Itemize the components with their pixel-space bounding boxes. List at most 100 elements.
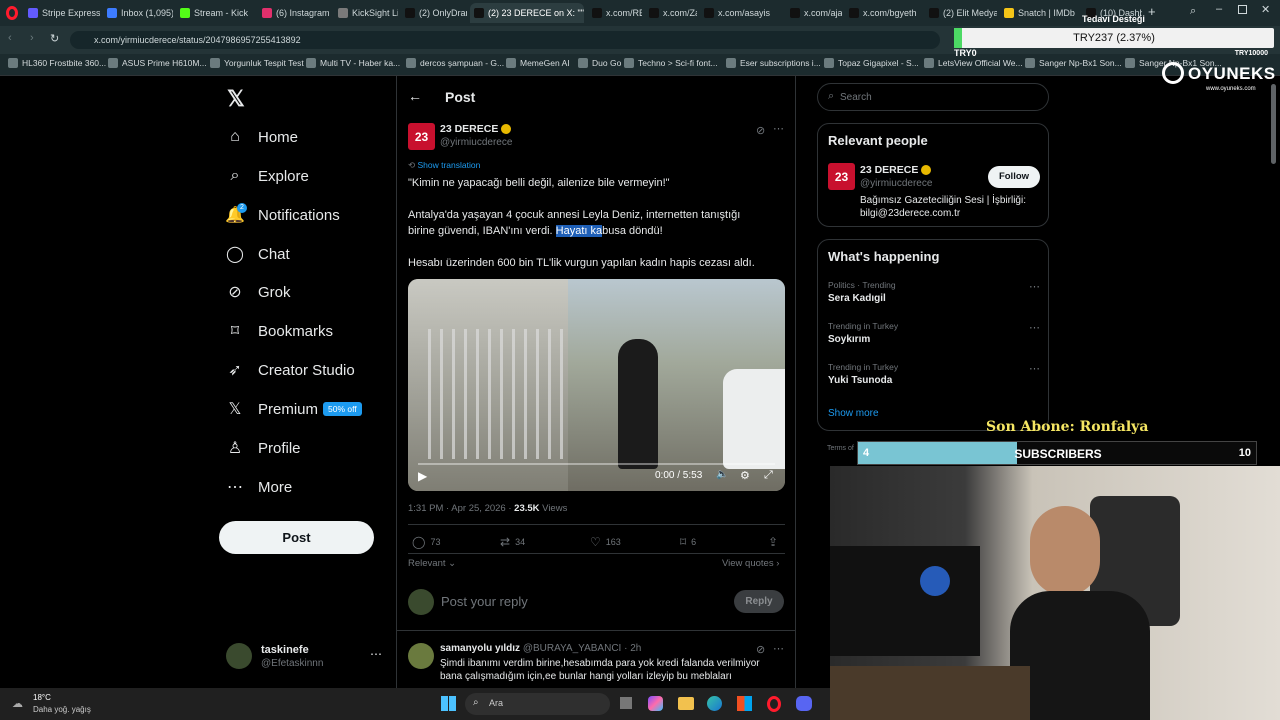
reply-button[interactable]: Reply bbox=[734, 590, 784, 613]
back-arrow-icon[interactable]: ← bbox=[408, 88, 422, 104]
bookmark-item[interactable]: Eser subscriptions i... bbox=[726, 58, 821, 68]
forward-icon[interactable]: › bbox=[30, 32, 34, 44]
tab-8[interactable]: x.com/ZamHa bbox=[645, 3, 697, 23]
video-progress[interactable] bbox=[418, 463, 775, 465]
tab-1[interactable]: Inbox (1,095) bbox=[103, 3, 173, 23]
nav-item-profile[interactable]: ♙ Profile bbox=[226, 435, 301, 461]
store-icon[interactable] bbox=[737, 696, 752, 711]
bookmark-item[interactable]: Duo Go bbox=[578, 58, 621, 68]
opera-icon[interactable] bbox=[767, 696, 781, 712]
comment-handle[interactable]: @BURAYA_YABANCI · 2h bbox=[523, 643, 642, 654]
tab-12[interactable]: (2) Elit Medya bbox=[925, 3, 997, 23]
account-switcher[interactable]: taskinefe @Efetaskinnn ⋯ bbox=[226, 643, 386, 673]
comment-avatar[interactable] bbox=[408, 643, 434, 669]
bookmark-item[interactable]: Topaz Gigapixel - S... bbox=[824, 58, 919, 68]
terms-link[interactable]: Terms of bbox=[827, 445, 854, 452]
follow-button[interactable]: Follow bbox=[988, 166, 1040, 188]
bookmark-item[interactable]: Multi TV - Haber ka... bbox=[306, 58, 400, 68]
maximize-icon[interactable] bbox=[1238, 5, 1247, 14]
tab-3[interactable]: (6) Instagram bbox=[258, 3, 330, 23]
nav-item-more[interactable]: ⋯ More bbox=[226, 474, 292, 500]
bookmark-item[interactable]: ASUS Prime H610M... bbox=[108, 58, 207, 68]
tab-7[interactable]: x.com/REM_ bbox=[588, 3, 642, 23]
tab-0[interactable]: Stripe Express bbox=[24, 3, 100, 23]
bookmark-action[interactable]: ⌑ 6 bbox=[680, 535, 696, 549]
windows-start-icon[interactable] bbox=[441, 696, 456, 711]
copilot-icon[interactable] bbox=[648, 696, 663, 711]
nav-item-chat[interactable]: ◯ Chat bbox=[226, 241, 290, 267]
fullscreen-icon[interactable]: ⤢ bbox=[764, 469, 773, 482]
nav-item-explore[interactable]: ⌕ Explore bbox=[226, 163, 309, 189]
search-tabs-icon[interactable]: ⌕ bbox=[1190, 5, 1196, 18]
tab-2[interactable]: Stream - Kick bbox=[176, 3, 254, 23]
more-icon[interactable]: ⋯ bbox=[370, 647, 382, 661]
trend-item[interactable]: Trending in Turkey Yuki Tsunoda ⋯ bbox=[828, 362, 1040, 386]
grok-icon[interactable]: ⊘ bbox=[756, 124, 765, 137]
nav-item-grok[interactable]: ⊘ Grok bbox=[226, 279, 290, 305]
repost-action[interactable]: ⇄ 34 bbox=[500, 535, 525, 549]
nav-item-bookmarks[interactable]: ⌑ Bookmarks bbox=[226, 318, 333, 344]
author-avatar[interactable]: 23 bbox=[408, 123, 435, 150]
taskbar-search[interactable]: ⌕ Ara bbox=[465, 693, 610, 715]
bookmark-item[interactable]: Techno > Sci-fi font... bbox=[624, 58, 718, 68]
tab-13[interactable]: Snatch | IMDb bbox=[1000, 3, 1078, 23]
x-logo-icon[interactable]: 𝕏 bbox=[227, 86, 245, 112]
person-avatar[interactable]: 23 bbox=[828, 163, 855, 190]
task-view-icon[interactable] bbox=[620, 697, 632, 709]
reload-icon[interactable]: ↻ bbox=[50, 32, 59, 45]
settings-icon[interactable]: ⚙ bbox=[740, 469, 750, 482]
person-name[interactable]: 23 DERECE bbox=[860, 164, 932, 176]
trend-item[interactable]: Trending in Turkey Soykırım ⋯ bbox=[828, 321, 1040, 345]
nav-item-home[interactable]: ⌂ Home bbox=[226, 124, 298, 150]
tab-10[interactable]: x.com/ajansm bbox=[786, 3, 842, 23]
trend-item[interactable]: Politics · Trending Sera Kadıgil ⋯ bbox=[828, 280, 1040, 304]
person-handle[interactable]: @yirmiucderece bbox=[860, 178, 932, 189]
share-icon[interactable]: ⇪ bbox=[768, 535, 778, 549]
nav-item-premium[interactable]: 𝕏 Premium bbox=[226, 396, 318, 422]
back-icon[interactable]: ‹ bbox=[8, 32, 12, 44]
url-field[interactable]: x.com/yirmiucderece/status/2047986957255… bbox=[70, 31, 940, 49]
tab-4[interactable]: KickSight Link bbox=[334, 3, 398, 23]
tab-11[interactable]: x.com/bgyeth bbox=[845, 3, 921, 23]
opera-logo-icon[interactable] bbox=[6, 6, 18, 20]
file-explorer-icon[interactable] bbox=[678, 697, 694, 710]
bookmark-item[interactable]: HL360 Frostbite 360... bbox=[8, 58, 106, 68]
author-name[interactable]: 23 DERECE bbox=[440, 123, 512, 135]
relevant-sort-dropdown[interactable]: Relevant ⌄ bbox=[408, 558, 456, 569]
tab-9[interactable]: x.com/asayis bbox=[700, 3, 782, 23]
bookmark-label: MemeGen AI bbox=[520, 58, 570, 68]
weather-icon[interactable]: ☁ bbox=[12, 697, 23, 710]
close-window-icon[interactable]: ✕ bbox=[1261, 3, 1270, 16]
edge-icon[interactable] bbox=[707, 696, 722, 711]
new-tab-button[interactable]: + bbox=[1148, 4, 1156, 19]
view-quotes-link[interactable]: View quotes › bbox=[722, 558, 779, 569]
video-player[interactable]: ▶ 0:00 / 5:53 🔈 ⚙ ⤢ bbox=[408, 279, 785, 491]
like-action[interactable]: ♡ 163 bbox=[590, 535, 621, 549]
search-input[interactable]: ⌕ Search bbox=[817, 83, 1049, 111]
comment-author[interactable]: samanyolu yıldız bbox=[440, 643, 520, 654]
show-translation-link[interactable]: ⟲ Show translation bbox=[408, 160, 480, 171]
more-options-icon[interactable]: ⋯ bbox=[1029, 321, 1040, 334]
discord-icon[interactable] bbox=[796, 696, 812, 711]
reply-action[interactable]: ◯ 73 bbox=[412, 535, 440, 549]
page-scrollbar[interactable] bbox=[1271, 84, 1276, 164]
grok-icon[interactable]: ⊘ bbox=[756, 643, 765, 656]
post-button[interactable]: Post bbox=[219, 521, 374, 554]
person-bio-line-2: bilgi@23derece.com.tr bbox=[860, 208, 961, 219]
bookmark-item[interactable]: MemeGen AI bbox=[506, 58, 570, 68]
show-more-link[interactable]: Show more bbox=[828, 408, 879, 419]
bookmark-item[interactable]: dercos şampuan - G... bbox=[406, 58, 504, 68]
tab-5[interactable]: (2) OnlyDram bbox=[401, 3, 467, 23]
more-options-icon[interactable]: ⋯ bbox=[773, 122, 784, 135]
more-options-icon[interactable]: ⋯ bbox=[1029, 362, 1040, 375]
more-options-icon[interactable]: ⋯ bbox=[1029, 280, 1040, 293]
play-icon[interactable]: ▶ bbox=[418, 469, 427, 483]
author-handle[interactable]: @yirmiucderece bbox=[440, 137, 512, 148]
bookmark-item[interactable]: Yorgunluk Tespit Test bbox=[210, 58, 304, 68]
reply-input[interactable]: Post your reply bbox=[441, 594, 721, 609]
more-options-icon[interactable]: ⋯ bbox=[773, 642, 784, 655]
volume-icon[interactable]: 🔈 bbox=[716, 469, 728, 480]
tab-6[interactable]: (2) 23 DERECE on X: "" bbox=[470, 3, 584, 23]
minimize-icon[interactable]: – bbox=[1216, 3, 1222, 15]
nav-item-creator-studio[interactable]: ➶ Creator Studio bbox=[226, 357, 354, 383]
